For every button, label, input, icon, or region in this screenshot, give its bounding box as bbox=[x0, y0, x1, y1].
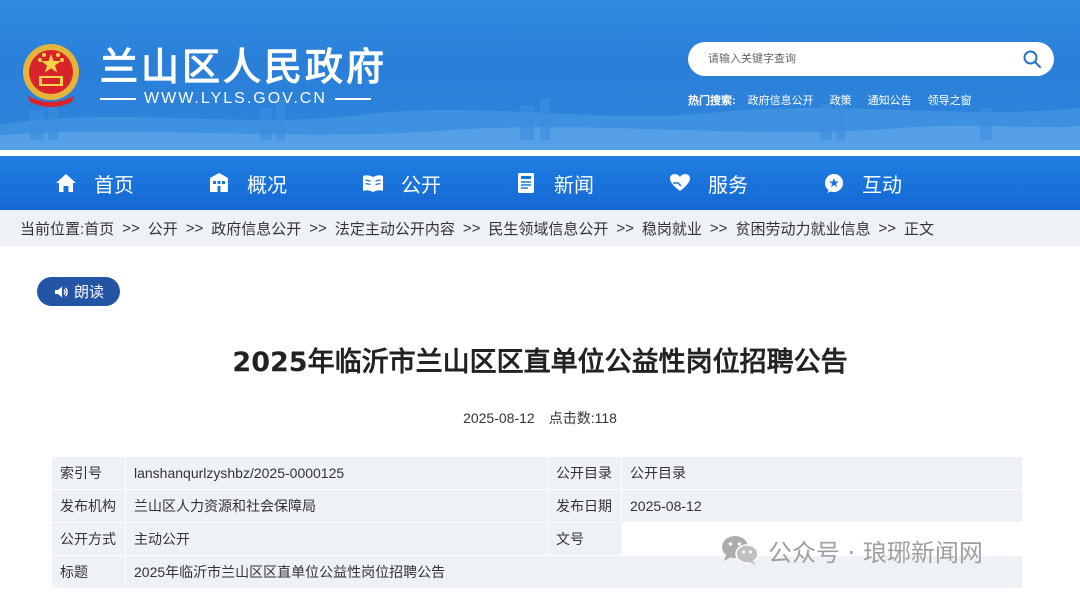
nav-item-interact[interactable]: 互动 bbox=[822, 156, 902, 210]
read-aloud-label: 朗读 bbox=[73, 283, 104, 301]
url-divider-right bbox=[334, 98, 371, 100]
info-value: 2025-08-12 bbox=[621, 489, 1023, 523]
national-emblem-icon bbox=[23, 44, 79, 107]
info-value: lanshanqurlzyshbz/2025-0000125 bbox=[125, 456, 548, 490]
nav-item-label: 新闻 bbox=[554, 172, 594, 197]
building-icon bbox=[210, 173, 228, 192]
nav-item-public[interactable]: 公开 bbox=[361, 156, 441, 210]
search-input[interactable] bbox=[708, 53, 1008, 65]
nav-item-home[interactable]: 首页 bbox=[54, 156, 134, 210]
info-key: 发布日期 bbox=[547, 489, 622, 523]
main-nav: 首页 概况 公开 新闻 服务 互动 bbox=[0, 156, 1080, 210]
search-box bbox=[688, 42, 1054, 76]
search-icon[interactable] bbox=[1022, 49, 1042, 69]
clicks-label: 点击数: bbox=[548, 410, 595, 426]
site-url-text: WWW.LYLS.GOV.CN bbox=[144, 90, 327, 107]
info-key: 标题 bbox=[51, 555, 126, 589]
article-title: 2025年临沂市兰山区区直单位公益性岗位招聘公告 bbox=[232, 347, 848, 378]
heart-hand-icon bbox=[670, 174, 690, 191]
breadcrumb-item[interactable]: 稳岗就业 bbox=[642, 218, 702, 239]
speaker-icon bbox=[54, 286, 68, 297]
header-banner: 兰山区人民政府 WWW.LYLS.GOV.CN 热门搜索: 政府信息公开 政策 … bbox=[0, 0, 1080, 150]
chat-icon bbox=[825, 174, 843, 193]
breadcrumb-item[interactable]: 民生领域信息公开 bbox=[488, 218, 608, 239]
nav-item-label: 服务 bbox=[708, 172, 748, 197]
table-row: 索引号 lanshanqurlzyshbz/2025-0000125 公开目录 … bbox=[51, 456, 1023, 490]
nav-item-label: 公开 bbox=[401, 172, 441, 197]
document-info-table: 索引号 lanshanqurlzyshbz/2025-0000125 公开目录 … bbox=[51, 456, 1023, 589]
info-key: 索引号 bbox=[51, 456, 126, 490]
breadcrumb-item[interactable]: 公开 bbox=[148, 218, 178, 239]
info-key: 文号 bbox=[547, 522, 622, 556]
home-icon bbox=[56, 174, 76, 192]
info-key: 公开方式 bbox=[51, 522, 126, 556]
breadcrumb-current: 正文 bbox=[904, 220, 935, 238]
breadcrumb-separator: >> bbox=[616, 219, 634, 237]
info-value: 主动公开 bbox=[125, 522, 548, 556]
article-meta: 2025-08-12 点击数:118 bbox=[0, 408, 1080, 428]
site-url: WWW.LYLS.GOV.CN bbox=[100, 90, 380, 108]
hot-search-link[interactable]: 政策 bbox=[830, 92, 852, 108]
book-icon bbox=[363, 175, 383, 192]
hot-search: 热门搜索: 政府信息公开 政策 通知公告 领导之窗 bbox=[688, 92, 972, 108]
breadcrumb-separator: >> bbox=[185, 219, 204, 237]
info-key: 发布机构 bbox=[51, 489, 126, 523]
breadcrumb-separator: >> bbox=[462, 219, 481, 237]
breadcrumb: 当前位置: 首页 >> 公开 >> 政府信息公开 >> 法定主动公开内容 >> … bbox=[0, 210, 1080, 246]
nav-item-label: 首页 bbox=[94, 172, 134, 197]
info-value: 兰山区人力资源和社会保障局 bbox=[125, 489, 548, 523]
breadcrumb-item[interactable]: 贫困劳动力就业信息 bbox=[735, 218, 870, 239]
breadcrumb-separator: >> bbox=[309, 219, 327, 237]
wechat-icon bbox=[722, 536, 759, 565]
nav-item-label: 互动 bbox=[862, 172, 902, 197]
watermark-text: 公众号 · 琅琊新闻网 bbox=[768, 538, 983, 567]
breadcrumb-prefix: 当前位置: bbox=[20, 220, 85, 238]
hot-search-link[interactable]: 领导之窗 bbox=[928, 92, 972, 108]
info-value: 公开目录 bbox=[621, 456, 1023, 490]
clicks-count: 118 bbox=[594, 410, 617, 426]
table-row: 发布机构 兰山区人力资源和社会保障局 发布日期 2025-08-12 bbox=[51, 489, 1023, 523]
nav-item-label: 概况 bbox=[247, 172, 287, 197]
hot-search-title: 热门搜索: bbox=[688, 95, 736, 107]
hot-search-link[interactable]: 政府信息公开 bbox=[748, 92, 814, 108]
url-divider-left bbox=[100, 98, 136, 100]
nav-item-overview[interactable]: 概况 bbox=[207, 156, 287, 210]
hot-search-link[interactable]: 通知公告 bbox=[868, 92, 912, 108]
breadcrumb-separator: >> bbox=[878, 219, 896, 237]
breadcrumb-item[interactable]: 首页 bbox=[84, 218, 114, 239]
nav-item-news[interactable]: 新闻 bbox=[514, 156, 594, 210]
read-aloud-button[interactable]: 朗读 bbox=[37, 277, 120, 306]
breadcrumb-item[interactable]: 政府信息公开 bbox=[211, 218, 301, 239]
nav-item-service[interactable]: 服务 bbox=[668, 156, 748, 210]
info-key: 公开目录 bbox=[547, 456, 622, 490]
breadcrumb-separator: >> bbox=[709, 219, 728, 237]
news-icon bbox=[518, 173, 534, 193]
publish-date: 2025-08-12 bbox=[463, 410, 535, 426]
breadcrumb-separator: >> bbox=[122, 219, 140, 237]
wechat-watermark: 公众号 · 琅琊新闻网 bbox=[720, 532, 983, 568]
site-name[interactable]: 兰山区人民政府 bbox=[100, 36, 387, 91]
breadcrumb-item[interactable]: 法定主动公开内容 bbox=[335, 218, 455, 239]
